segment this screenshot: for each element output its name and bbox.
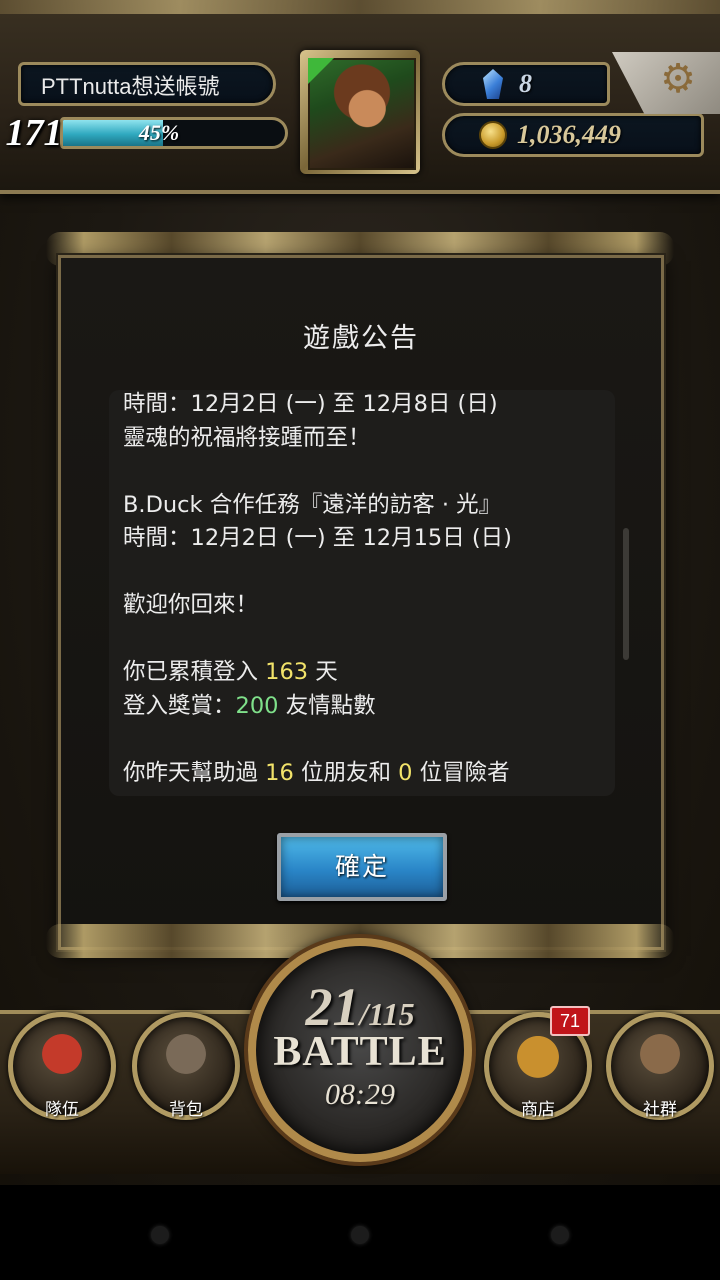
- announcement-text-segment: 時間：12月2日 (一) 至 12月15日 (日): [123, 525, 512, 551]
- dialog-title: 遊戲公告: [303, 323, 419, 354]
- backpack-icon: [157, 1025, 215, 1084]
- announcement-line: 時間：12月2日 (一) 至 12月8日 (日): [123, 390, 601, 422]
- xp-percent-label: 45%: [138, 120, 180, 145]
- shop-label: 商店: [521, 1100, 555, 1120]
- announcement-line: 歡迎你回來！: [123, 589, 601, 623]
- diamond-icon: [483, 69, 503, 99]
- game-screen: PTTnutta想送帳號 45% 171 8 1,036,449 ⚙ 遊戲公告 …: [0, 0, 720, 1185]
- highlighted-value: 163: [265, 659, 309, 685]
- announcement-text-segment: 位朋友和: [293, 759, 399, 786]
- announcement-text-segment: 時間：12月2日 (一) 至 12月8日 (日): [123, 391, 498, 417]
- confirm-button[interactable]: 確定: [277, 833, 447, 901]
- announcement-line: 你已累積登入 163 天: [123, 656, 601, 690]
- people-icon: [631, 1025, 689, 1084]
- gem-counter[interactable]: 8: [442, 62, 610, 106]
- team-button[interactable]: 隊伍: [8, 1012, 116, 1120]
- top-hud: PTTnutta想送帳號 45% 171 8 1,036,449 ⚙: [0, 0, 720, 194]
- highlighted-value: 16: [265, 759, 294, 786]
- bag-label: 背包: [169, 1100, 203, 1120]
- gem-count: 8: [519, 69, 532, 98]
- social-button[interactable]: 社群: [606, 1012, 714, 1120]
- announcement-line: 登入獎賞：200 友情點數: [123, 690, 601, 724]
- announcement-line: [123, 556, 601, 590]
- coin-counter: 1,036,449: [442, 113, 704, 157]
- announcement-scroll-area[interactable]: 時間：12月2日 (一) 至 12月8日 (日) 靈魂的祝福將接踵而至！ B.Du…: [109, 390, 615, 796]
- announcement-line: [123, 455, 601, 489]
- team-label: 隊伍: [45, 1100, 79, 1120]
- coin-icon: [479, 121, 507, 149]
- home-button[interactable]: [351, 1226, 369, 1244]
- highlighted-value: 200: [235, 692, 279, 719]
- back-button[interactable]: [151, 1226, 169, 1244]
- announcement-text-segment: 你已累積登入: [123, 659, 266, 685]
- announcement-line: B.Duck 合作任務『遠洋的訪客 · 光』: [123, 489, 601, 523]
- player-name: PTTnutta想送帳號: [18, 62, 276, 106]
- announcement-line: 時間：12月2日 (一) 至 12月15日 (日): [123, 522, 601, 556]
- player-level: 171: [5, 112, 63, 154]
- announcement-line: 你昨天幫助過 16 位朋友和 0 位冒險者: [123, 757, 601, 791]
- announcement-line: 靈魂的祝福將接踵而至！: [123, 422, 601, 456]
- battle-label: BATTLE: [273, 1029, 447, 1075]
- announcement-dialog: 遊戲公告 時間：12月2日 (一) 至 12月8日 (日) 靈魂的祝福將接踵而至！…: [58, 255, 664, 950]
- leader-avatar-frame[interactable]: [300, 50, 420, 174]
- announcement-text: 時間：12月2日 (一) 至 12月8日 (日) 靈魂的祝福將接踵而至！ B.Du…: [109, 390, 615, 790]
- highlighted-value: 0: [398, 759, 413, 786]
- announcement-text-segment: 登入獎賞：: [123, 692, 236, 719]
- attribute-corner-icon: [308, 58, 334, 84]
- gear-icon[interactable]: ⚙: [655, 56, 701, 102]
- xp-bar: 45%: [60, 117, 288, 149]
- scrollbar-thumb[interactable]: [623, 528, 629, 660]
- announcement-text-segment: 歡迎你回來！: [123, 592, 259, 618]
- announcement-text-segment: 位冒險者: [412, 759, 510, 786]
- announcement-text-segment: 靈魂的祝福將接踵而至！: [123, 424, 371, 451]
- hud-ornament: [0, 0, 720, 14]
- announcement-text-segment: 天: [308, 659, 338, 685]
- social-label: 社群: [643, 1100, 677, 1120]
- stamina-timer: 08:29: [325, 1078, 395, 1111]
- flag-icon: [33, 1025, 91, 1084]
- battle-button[interactable]: 21/115 BATTLE 08:29: [248, 938, 472, 1162]
- stamina-max: /115: [359, 996, 415, 1032]
- announcement-text-segment: B.Duck 合作任務『遠洋的訪客 · 光』: [123, 491, 502, 518]
- coin-count: 1,036,449: [517, 120, 621, 149]
- recents-button[interactable]: [551, 1226, 569, 1244]
- bag-button[interactable]: 背包: [132, 1012, 240, 1120]
- announcement-text-segment: 你昨天幫助過: [123, 759, 266, 786]
- announcement-text-segment: 友情點數: [278, 692, 376, 719]
- shop-notification-badge: 71: [550, 1006, 590, 1036]
- announcement-line: [123, 723, 601, 757]
- announcement-line: [123, 623, 601, 657]
